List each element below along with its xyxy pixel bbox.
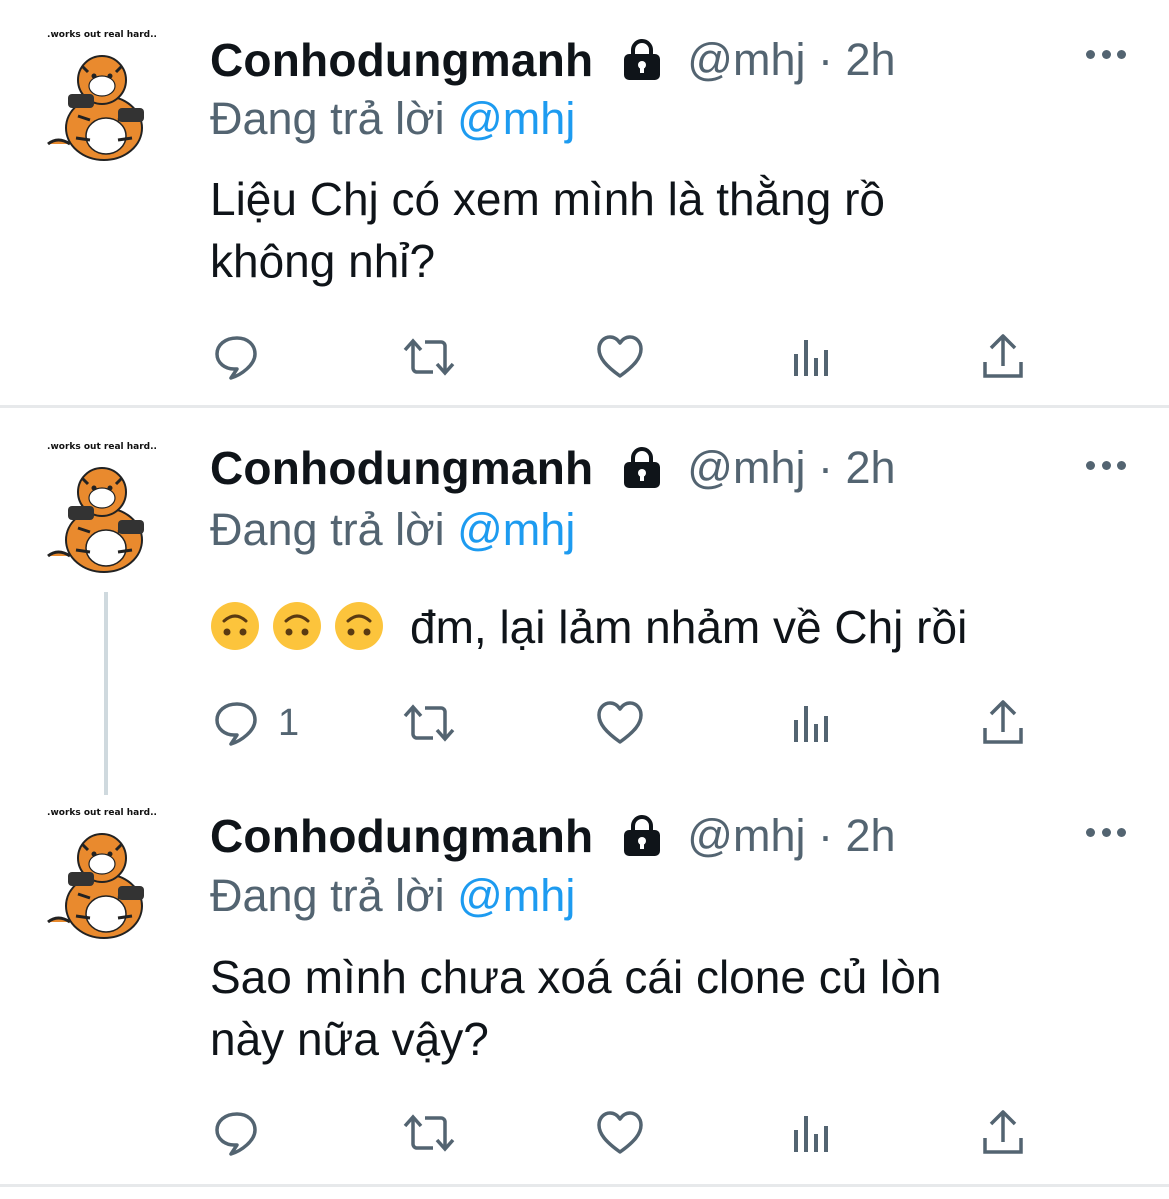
upside-down-face-emoji bbox=[211, 602, 259, 650]
tweet-text-line: Sao mình chưa xoá cái clone củ lòn bbox=[210, 951, 942, 1003]
avatar-caption: .works out real hard.. bbox=[47, 808, 157, 818]
more-options-icon[interactable] bbox=[1086, 822, 1126, 842]
reply-mention-link[interactable]: @mhj bbox=[457, 870, 575, 921]
tweet-header: Conhodungmanh @mhj · 2h bbox=[210, 30, 896, 90]
tweet-2[interactable]: .works out real hard.. Conhodungmanh @mh… bbox=[0, 408, 1169, 788]
like-button[interactable] bbox=[596, 332, 644, 382]
analytics-button[interactable] bbox=[792, 698, 832, 748]
analytics-button[interactable] bbox=[792, 332, 832, 382]
tweet-header: Conhodungmanh @mhj · 2h bbox=[210, 806, 896, 866]
tweet-header: Conhodungmanh @mhj · 2h bbox=[210, 438, 896, 498]
share-button[interactable] bbox=[981, 1108, 1025, 1158]
share-icon bbox=[983, 1110, 1023, 1154]
tweet-actions bbox=[0, 1108, 1169, 1158]
like-button[interactable] bbox=[596, 698, 644, 748]
reply-mention-link[interactable]: @mhj bbox=[457, 93, 575, 144]
replying-to: Đang trả lời @mhj bbox=[210, 870, 575, 922]
lock-icon bbox=[619, 445, 665, 491]
like-icon bbox=[597, 1111, 643, 1154]
retweet-button[interactable] bbox=[403, 332, 455, 382]
lock-icon bbox=[619, 813, 665, 859]
reply-button[interactable] bbox=[212, 1108, 278, 1158]
reply-icon bbox=[215, 336, 257, 380]
reply-button[interactable] bbox=[212, 332, 278, 382]
tweet-text-line: Liệu Chj có xem mình là thằng rồ bbox=[210, 173, 886, 225]
reply-icon bbox=[215, 1112, 257, 1156]
reply-button[interactable]: 1 bbox=[212, 698, 299, 748]
reply-count: 1 bbox=[278, 701, 300, 744]
replying-to: Đang trả lời @mhj bbox=[210, 504, 575, 556]
reply-mention-link[interactable]: @mhj bbox=[457, 504, 575, 555]
handle-and-time[interactable]: @mhj · 2h bbox=[687, 810, 895, 862]
retweet-icon bbox=[403, 338, 455, 376]
handle-and-time[interactable]: @mhj · 2h bbox=[687, 34, 895, 86]
more-options-icon[interactable] bbox=[1086, 455, 1126, 475]
analytics-icon bbox=[794, 340, 828, 376]
like-icon bbox=[597, 335, 643, 378]
thread-connector-line bbox=[104, 592, 108, 795]
tweet-text-line: không nhỉ? bbox=[210, 235, 436, 287]
tiger-avatar-image bbox=[47, 467, 144, 573]
reply-prefix: Đang trả lời bbox=[210, 504, 445, 555]
tweet-actions bbox=[0, 332, 1169, 382]
tiger-avatar-image bbox=[47, 55, 144, 161]
handle-and-time[interactable]: @mhj · 2h bbox=[687, 442, 895, 494]
tweet-text: Sao mình chưa xoá cái clone củ lòn này n… bbox=[210, 946, 1110, 1070]
avatar-caption: .works out real hard.. bbox=[47, 30, 157, 40]
avatar-caption: .works out real hard.. bbox=[47, 442, 157, 452]
tweet-text-line: này nữa vậy? bbox=[210, 1013, 489, 1065]
tiger-avatar-image bbox=[47, 833, 144, 939]
share-icon bbox=[983, 700, 1023, 744]
display-name[interactable]: Conhodungmanh bbox=[210, 441, 593, 495]
tweet-text: Liệu Chj có xem mình là thằng rồ không n… bbox=[210, 168, 1110, 292]
upside-down-face-emoji bbox=[273, 602, 321, 650]
avatar[interactable]: .works out real hard.. bbox=[40, 808, 164, 948]
retweet-icon bbox=[403, 704, 455, 742]
like-icon bbox=[597, 701, 643, 744]
reply-icon bbox=[215, 702, 257, 746]
reply-prefix: Đang trả lời bbox=[210, 870, 445, 921]
divider bbox=[0, 1184, 1169, 1187]
tweet-text-line: đm, lại lảm nhảm về Chj rồi bbox=[410, 601, 968, 653]
upside-down-face-emoji bbox=[335, 602, 383, 650]
share-button[interactable] bbox=[981, 332, 1025, 382]
more-options-icon[interactable] bbox=[1086, 44, 1126, 64]
retweet-icon bbox=[403, 1114, 455, 1152]
reply-prefix: Đang trả lời bbox=[210, 93, 445, 144]
replying-to: Đang trả lời @mhj bbox=[210, 93, 575, 145]
share-icon bbox=[983, 334, 1023, 378]
like-button[interactable] bbox=[596, 1108, 644, 1158]
share-button[interactable] bbox=[981, 698, 1025, 748]
analytics-icon bbox=[794, 1116, 828, 1152]
tweet-actions: 1 bbox=[0, 698, 1169, 748]
lock-icon bbox=[619, 37, 665, 83]
avatar[interactable]: .works out real hard.. bbox=[40, 442, 164, 582]
analytics-icon bbox=[794, 706, 828, 742]
display-name[interactable]: Conhodungmanh bbox=[210, 33, 593, 87]
avatar[interactable]: .works out real hard.. bbox=[40, 30, 164, 170]
display-name[interactable]: Conhodungmanh bbox=[210, 809, 593, 863]
analytics-button[interactable] bbox=[792, 1108, 832, 1158]
tweet-3[interactable]: .works out real hard.. Conhodungmanh @mh… bbox=[0, 788, 1169, 1184]
tweet-1[interactable]: .works out real hard.. Conhodungmanh @mh… bbox=[0, 0, 1169, 405]
tweet-text: đm, lại lảm nhảm về Chj rồi bbox=[210, 596, 1110, 658]
retweet-button[interactable] bbox=[403, 1108, 455, 1158]
retweet-button[interactable] bbox=[403, 698, 455, 748]
